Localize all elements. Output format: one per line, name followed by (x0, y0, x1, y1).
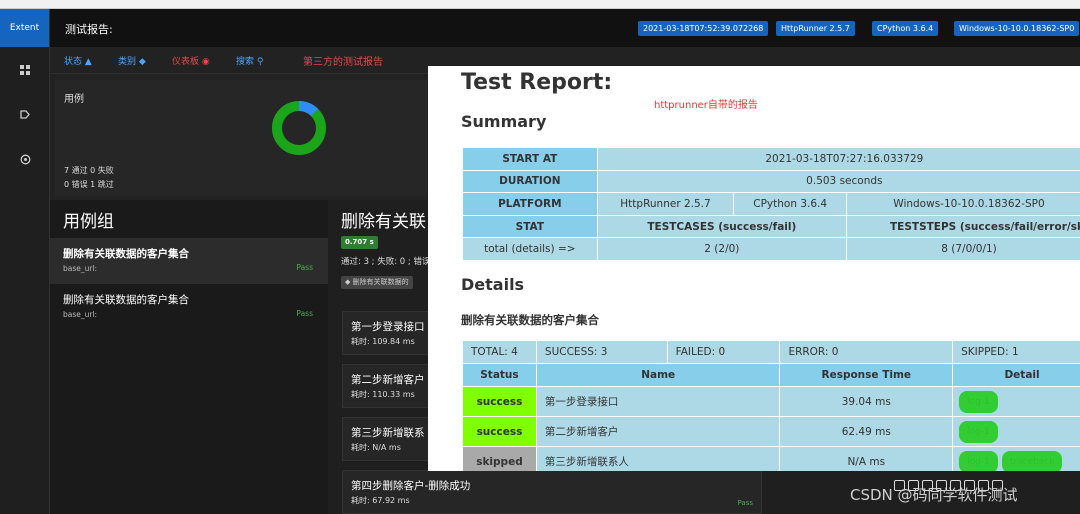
step-name: 第一步登录接口 (351, 321, 425, 333)
step-card[interactable]: 第四步删除客户-删除成功 耗时: 67.92 ms Pass (342, 470, 762, 514)
timestamp-badge: 2021-03-18T07:52:39.072268 (638, 21, 769, 36)
col-response-time: Response Time (779, 363, 954, 387)
search-icon: ⚲ (256, 57, 264, 67)
start-at-label: START AT (462, 147, 598, 171)
duration-value: 0.503 seconds (596, 169, 1080, 194)
page-title: 测试报告: (65, 23, 113, 36)
row-name: 第三步新增联系人 (535, 446, 781, 471)
browser-bar-remnant (0, 0, 1080, 9)
step-time: 耗时: N/A ms (351, 443, 401, 452)
log-button[interactable]: log-1 (959, 450, 998, 471)
os-badge: Windows-10-10.0.18362-SP0 (954, 21, 1080, 36)
traceback-button[interactable]: traceback (1001, 450, 1063, 471)
row-detail: log-1 (952, 416, 1080, 447)
pass-fail-stat: 7 通过 0 失败 (64, 166, 114, 175)
gauge-icon[interactable] (0, 137, 50, 182)
platform-httprunner: HttpRunner 2.5.7 (596, 192, 735, 216)
tag-icon: ◆ (138, 57, 146, 67)
report-title: Test Report: (461, 70, 613, 95)
watermark: CSDN @码同学软件测试 (850, 486, 1018, 504)
duration-label: DURATION (462, 169, 598, 194)
step-status: Pass (737, 499, 754, 507)
row-time: 39.04 ms (779, 386, 954, 417)
col-status: Status (462, 363, 537, 387)
step-time: 耗时: 67.92 ms (351, 496, 410, 505)
error-skip-stat: 0 错误 1 跳过 (64, 180, 114, 189)
tag-icon: ◆ (345, 278, 351, 286)
category-filter[interactable]: 类别 ◆ (118, 54, 146, 67)
duration-badge: 0.707 s (341, 236, 378, 249)
detail-title: 删除有关联 (341, 212, 426, 232)
status-filter[interactable]: 状态 ▲ (64, 54, 92, 67)
teststeps-value: 8 (7/0/0/1) (846, 237, 1080, 261)
failed-count: FAILED: 0 (666, 340, 781, 364)
row-name: 第一步登录接口 (535, 386, 781, 417)
testcases-value: 2 (2/0) (596, 237, 848, 261)
app-header: 测试报告: 2021-03-18T07:52:39.072268 HttpRun… (50, 9, 1080, 47)
testcases-label: TESTCASES (success/fail) (596, 214, 848, 239)
suite-base-url: base_url: (63, 264, 98, 273)
suite-status: Pass (296, 309, 313, 318)
dashboard-icon[interactable] (0, 47, 50, 92)
suite-list-title: 用例组 (63, 212, 114, 232)
step-time: 耗时: 110.33 ms (351, 390, 415, 399)
tests-summary-card: 用例 7 通过 0 失败 0 错误 1 跳过 (55, 80, 427, 196)
suite-item[interactable]: 删除有关联数据的客户集合 base_url: Pass (50, 284, 328, 330)
category-tag[interactable]: ◆ 删除有关联数据的 (341, 276, 413, 289)
httprunner-report-window: Test Report: httprunner自带的报告 Summary STA… (428, 66, 1080, 471)
stat-label: STAT (462, 214, 598, 239)
platform-python: CPython 3.6.4 (733, 192, 848, 216)
details-heading: Details (461, 275, 525, 294)
suite-list: 用例组 删除有关联数据的客户集合 base_url: Pass 删除有关联数据的… (50, 200, 328, 514)
log-button[interactable]: log-1 (959, 390, 998, 413)
warning-icon: ▲ (84, 57, 92, 67)
pass-skip-donut (272, 101, 326, 155)
suite-item[interactable]: 删除有关联数据的客户集合 base_url: Pass (50, 238, 328, 284)
left-nav: Extent (0, 9, 50, 514)
httprunner-badge: HttpRunner 2.5.7 (776, 21, 855, 36)
annotation-httprunner: httprunner自带的报告 (654, 100, 758, 111)
platform-label: PLATFORM (462, 192, 598, 216)
tag-icon[interactable] (0, 92, 50, 137)
step-name: 第四步删除客户-删除成功 (351, 480, 471, 492)
row-time: N/A ms (779, 446, 954, 471)
row-name: 第二步新增客户 (535, 416, 781, 447)
detail-summary: 通过: 3 ; 失败: 0 ; 错误 (341, 257, 431, 267)
dashboard-tab[interactable]: 仪表板 ◉ (172, 54, 210, 67)
suite-name: 删除有关联数据的客户集合 (63, 248, 189, 260)
row-status: skipped (462, 446, 537, 471)
total-count: TOTAL: 4 (462, 340, 537, 364)
target-icon: ◉ (201, 57, 210, 67)
suite-heading: 删除有关联数据的客户集合 (461, 313, 599, 327)
search-toggle[interactable]: 搜索 ⚲ (236, 54, 263, 67)
col-detail: Detail (952, 363, 1080, 387)
suite-status: Pass (296, 263, 313, 272)
summary-table: START AT 2021-03-18T07:27:16.033729 DURA… (462, 147, 1080, 261)
suite-base-url: base_url: (63, 310, 98, 319)
python-badge: CPython 3.6.4 (872, 21, 939, 36)
step-name: 第二步新增客户 (351, 374, 425, 386)
details-table: TOTAL: 4 SUCCESS: 3 FAILED: 0 ERROR: 0 S… (462, 340, 1080, 471)
start-at-value: 2021-03-18T07:27:16.033729 (596, 147, 1080, 171)
row-detail: log-1 (952, 386, 1080, 417)
success-count: SUCCESS: 3 (535, 340, 668, 364)
brand-logo[interactable]: Extent (0, 9, 49, 47)
platform-os: Windows-10-10.0.18362-SP0 (846, 192, 1080, 216)
teststeps-label: TESTSTEPS (success/fail/error/ski (846, 214, 1080, 239)
total-details-link[interactable]: total (details) => (462, 237, 598, 261)
row-detail: log-1 traceback (952, 446, 1080, 471)
summary-heading: Summary (461, 112, 547, 131)
step-time: 耗时: 109.84 ms (351, 337, 415, 346)
col-name: Name (535, 363, 781, 387)
row-time: 62.49 ms (779, 416, 954, 447)
row-status: success (462, 416, 537, 447)
row-status: success (462, 386, 537, 417)
step-name: 第三步新增联系 (351, 427, 425, 439)
skipped-count: SKIPPED: 1 (952, 340, 1080, 364)
log-button[interactable]: log-1 (959, 420, 998, 443)
suite-name: 删除有关联数据的客户集合 (63, 294, 189, 306)
error-count: ERROR: 0 (779, 340, 954, 364)
card-label: 用例 (64, 94, 84, 105)
annotation-third-party: 第三方的测试报告 (303, 57, 383, 68)
